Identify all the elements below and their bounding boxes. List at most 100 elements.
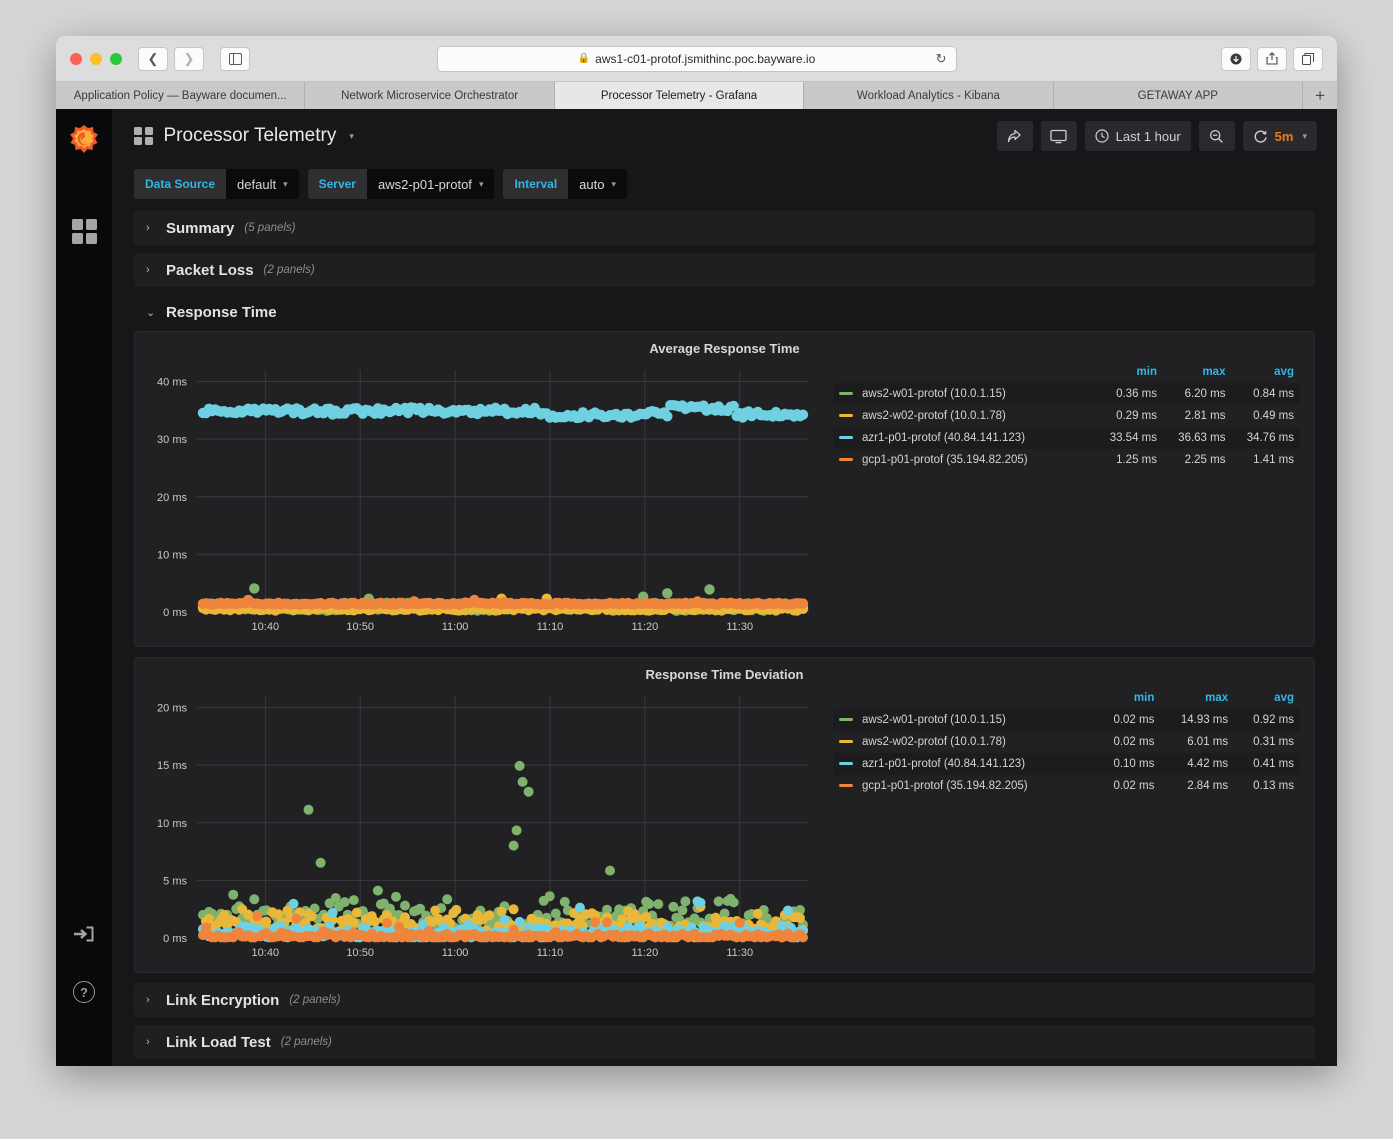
legend-series-label: aws2-w01-protof (10.0.1.15)	[862, 388, 1006, 400]
legend-min-value: 0.02 ms	[1113, 736, 1155, 748]
x-axis-tick-label: 11:30	[726, 621, 753, 633]
share-dashboard-button[interactable]	[996, 121, 1033, 151]
share-button[interactable]	[1257, 46, 1287, 71]
legend-avg-value: 0.84 ms	[1231, 383, 1300, 405]
grafana-sidebar: ?	[56, 109, 112, 1066]
reload-icon[interactable]: ↻	[936, 51, 947, 67]
new-tab-button[interactable]: +	[1303, 82, 1337, 109]
row-header-link-encryption[interactable]: › Link Encryption (2 panels)	[134, 983, 1315, 1017]
legend-body: aws2-w01-protof (10.0.1.15) 0.36 ms 6.20 m…	[833, 383, 1300, 471]
tab-overview-button[interactable]	[1293, 46, 1323, 71]
back-button[interactable]: ❮	[138, 46, 168, 71]
y-axis-tick-label: 20 ms	[157, 492, 187, 504]
row-header-response-time[interactable]: ⌄ Response Time	[134, 295, 1315, 329]
legend-min-value: 33.54 ms	[1094, 427, 1163, 449]
legend-series-label: aws2-w02-protof (10.0.1.78)	[862, 410, 1006, 422]
legend-col-min[interactable]: min	[1095, 364, 1163, 383]
browser-tab-label: Processor Telemetry - Grafana	[600, 89, 758, 102]
legend-avg-value: 0.41 ms	[1234, 753, 1300, 775]
tv-mode-button[interactable]	[1040, 121, 1077, 151]
legend-col-max[interactable]: max	[1160, 690, 1234, 709]
dashboard-title-group[interactable]: Processor Telemetry ▾	[134, 125, 354, 147]
legend-average-response-time: min max avg aws2-w01-protof (10.0.1.15) 0…	[825, 362, 1314, 642]
download-button[interactable]	[1221, 46, 1251, 71]
legend-series-name: aws2-w01-protof (10.0.1.15)	[833, 383, 1095, 405]
legend-avg-value: 0.31 ms	[1253, 736, 1294, 748]
y-axis-tick-label: 0 ms	[163, 607, 187, 619]
sidebar-item-sign-in[interactable]	[56, 908, 112, 960]
legend-row[interactable]: aws2-w01-protof (10.0.1.15) 0.36 ms 6.20 m…	[833, 383, 1300, 405]
address-bar[interactable]: 🔒 aws1-c01-protof.jsmithinc.poc.bayware.…	[436, 45, 957, 72]
series-color-swatch	[839, 458, 853, 462]
legend-row[interactable]: gcp1-p01-protof (35.194.82.205) 1.25 ms 2.…	[833, 449, 1300, 471]
legend-row[interactable]: aws2-w02-protof (10.0.1.78) 0.29 ms 2.81 m…	[833, 405, 1300, 427]
sidebar-toggle-button[interactable]	[220, 46, 250, 71]
browser-tab-active[interactable]: Processor Telemetry - Grafana	[554, 82, 805, 109]
legend-avg-value: 0.92 ms	[1234, 709, 1300, 731]
legend-col-min[interactable]: min	[1095, 690, 1161, 709]
legend-series-name: aws2-w02-protof (10.0.1.78)	[833, 405, 1095, 427]
variable-value-text: auto	[579, 176, 605, 192]
sidebar-item-help[interactable]: ?	[56, 966, 112, 1018]
legend-max-value: 6.01 ms	[1187, 736, 1229, 748]
variable-interval[interactable]: Interval auto ▾	[503, 169, 627, 199]
browser-tab[interactable]: Workload Analytics - Kibana	[804, 82, 1054, 109]
y-axis-tick-label: 15 ms	[157, 760, 187, 772]
x-axis-tick-label: 11:00	[442, 947, 469, 959]
variable-value[interactable]: auto ▾	[568, 169, 627, 199]
chevron-right-icon: ›	[146, 222, 150, 234]
refresh-picker[interactable]: 5m ▾	[1242, 121, 1317, 151]
chevron-down-icon[interactable]: ▾	[349, 131, 354, 142]
legend-col-avg[interactable]: avg	[1231, 364, 1300, 383]
sidebar-toggle-icon	[228, 52, 242, 65]
panel-title: Average Response Time	[649, 341, 800, 356]
grafana-logo-icon[interactable]	[68, 123, 100, 155]
legend-max-value: 4.42 ms	[1160, 753, 1235, 775]
refresh-interval-label: 5m	[1274, 128, 1294, 144]
time-range-picker[interactable]: Last 1 hour	[1084, 121, 1191, 151]
maximize-window-button[interactable]	[110, 52, 122, 65]
row-header-packet-loss[interactable]: › Packet Loss (2 panels)	[134, 253, 1315, 287]
legend-row[interactable]: azr1-p01-protof (40.84.141.123) 33.54 ms 3…	[833, 427, 1300, 449]
browser-tab[interactable]: Application Policy — Bayware documen...	[56, 82, 306, 109]
legend-col-series	[833, 690, 1095, 709]
legend-row[interactable]: gcp1-p01-protof (35.194.82.205) 0.02 ms 2.…	[833, 775, 1300, 797]
row-header-link-load-test[interactable]: › Link Load Test (2 panels)	[134, 1025, 1315, 1059]
variable-data-source[interactable]: Data Source default ▾	[134, 169, 299, 199]
browser-tab[interactable]: GETAWAY APP	[1053, 82, 1304, 109]
forward-button[interactable]: ❯	[174, 46, 204, 71]
legend-avg-value: 0.13 ms	[1253, 780, 1294, 792]
legend-series-label: gcp1-p01-protof (35.194.82.205)	[862, 780, 1028, 792]
legend-row[interactable]: azr1-p01-protof (40.84.141.123) 0.10 ms 4.…	[833, 753, 1300, 775]
legend-max-value: 2.84 ms	[1187, 780, 1229, 792]
y-axis-tick-label: 40 ms	[157, 377, 187, 389]
x-axis-tick-label: 10:50	[346, 947, 374, 959]
legend-min-value: 0.10 ms	[1094, 753, 1161, 775]
refresh-icon	[1254, 130, 1267, 143]
legend-col-avg[interactable]: avg	[1234, 690, 1300, 709]
browser-tab[interactable]: Network Microservice Orchestrator	[305, 82, 555, 109]
series-points	[197, 400, 809, 616]
variable-value[interactable]: aws2-p01-protof ▾	[366, 169, 495, 199]
zoom-out-button[interactable]	[1198, 121, 1235, 151]
row-header-summary[interactable]: › Summary (5 panels)	[134, 211, 1315, 245]
legend-col-max[interactable]: max	[1163, 364, 1231, 383]
legend-body: aws2-w01-protof (10.0.1.15) 0.02 ms 14.93 …	[833, 709, 1300, 797]
chevron-down-icon: ▾	[283, 178, 288, 189]
legend-series-name: gcp1-p01-protof (35.194.82.205)	[833, 775, 1095, 797]
close-window-button[interactable]	[70, 52, 82, 65]
variable-value[interactable]: default ▾	[226, 169, 299, 199]
variable-server[interactable]: Server aws2-p01-protof ▾	[307, 169, 495, 199]
graph-average-response-time[interactable]: 0 ms 10 ms 20 ms 30 ms 40 ms 10:40 10:50 11:00 1…	[135, 362, 825, 642]
series-color-swatch	[839, 718, 853, 722]
legend-series-name: aws2-w01-protof (10.0.1.15)	[833, 709, 1095, 731]
sidebar-item-dashboards[interactable]	[56, 205, 112, 257]
variable-label: Data Source	[134, 169, 227, 199]
minimize-window-button[interactable]	[90, 52, 102, 65]
legend-col-series	[833, 364, 1095, 383]
legend-row[interactable]: aws2-w02-protof (10.0.1.78) 0.02 ms 6.01 m…	[833, 731, 1300, 753]
browser-tab-label: Application Policy — Bayware documen...	[73, 89, 287, 102]
graph-response-time-deviation[interactable]: 0 ms 5 ms 10 ms 15 ms 20 ms 10:40 10:50 11:00 11…	[135, 688, 825, 968]
dashboard-header: Processor Telemetry ▾ Last 1 hour 5m ▾	[112, 109, 1337, 163]
legend-row[interactable]: aws2-w01-protof (10.0.1.15) 0.02 ms 14.93 …	[833, 709, 1300, 731]
